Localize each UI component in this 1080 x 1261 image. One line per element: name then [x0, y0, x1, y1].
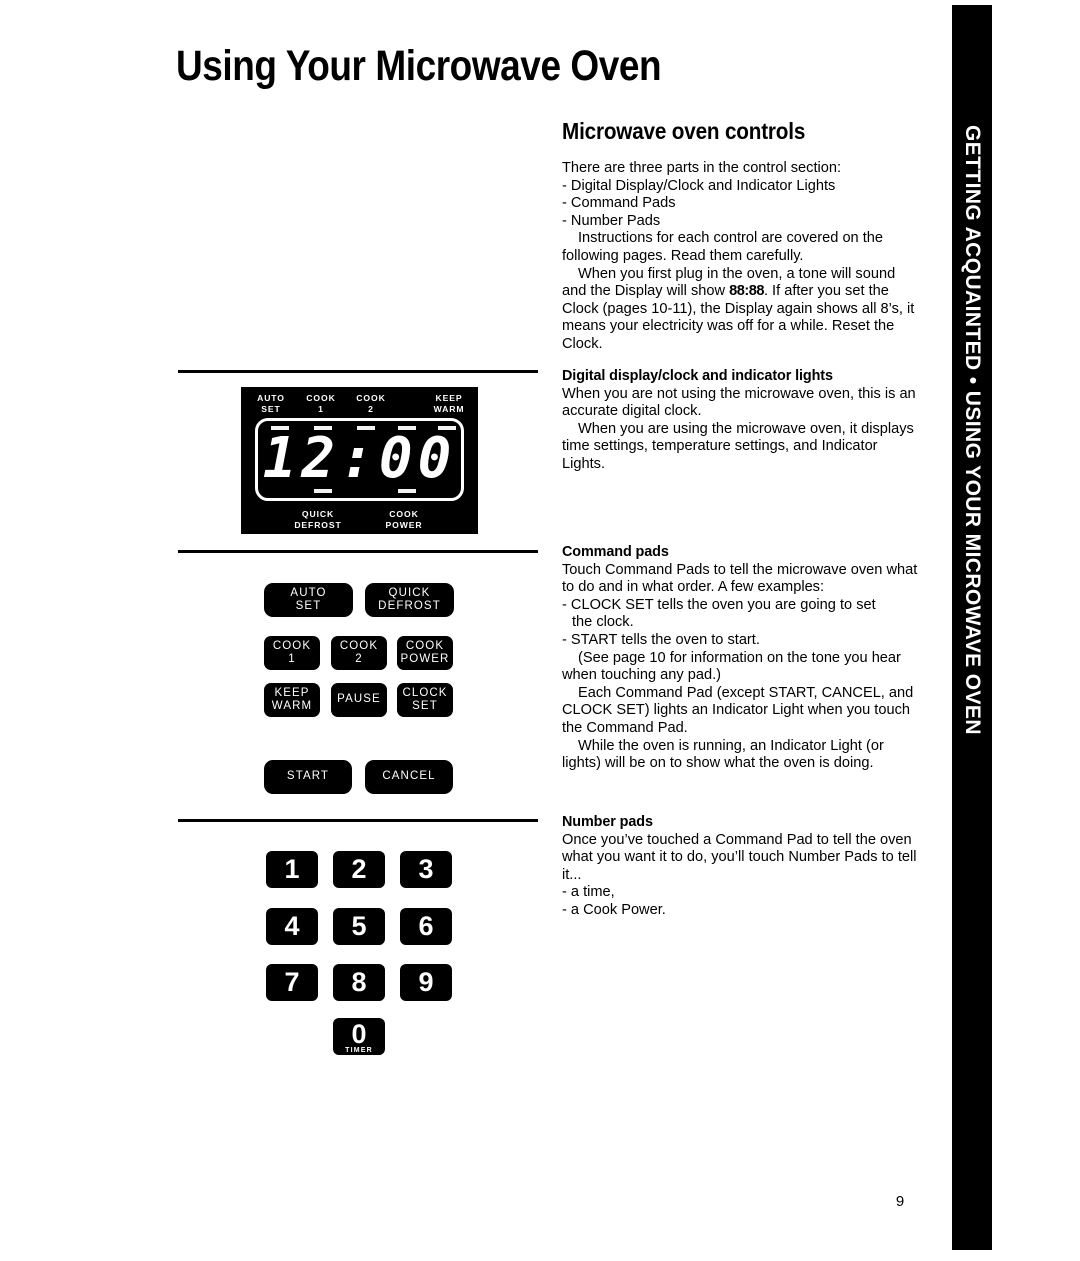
number-pads-paragraph-1: Once you’ve touched a Command Pad to tel… — [562, 831, 917, 883]
command-pads-paragraph-3: Each Command Pad (except START, CANCEL, … — [562, 684, 914, 736]
command-pads-text-block: Command pads Touch Command Pads to tell … — [562, 544, 918, 773]
intro-paragraph-1: Instructions for each control are covere… — [562, 230, 884, 264]
pad-clock-set[interactable]: CLOCK SET — [397, 683, 453, 717]
pad-quick-defrost[interactable]: QUICK DEFROST — [365, 583, 454, 617]
pad-cancel[interactable]: CANCEL — [365, 760, 453, 794]
intro-bullet-2: - Command Pads — [562, 195, 676, 212]
number-pads-heading: Number pads — [562, 814, 653, 830]
section-thumb-tab: GETTING ACQUAINTED • USING YOUR MICROWAV… — [952, 5, 992, 1250]
command-pads-paragraph-2: (See page 10 for information on the tone… — [562, 649, 901, 684]
divider-rule-display — [178, 370, 538, 373]
page-title: Using Your Microwave Oven — [176, 42, 662, 90]
digital-display-paragraph-1: When you are not using the microwave ove… — [562, 385, 916, 420]
document-page: Using Your Microwave Oven Microwave oven… — [0, 0, 1080, 1261]
number-pads-bullet-1: - a time, — [562, 884, 615, 901]
indicator-label-cook-power: COOK POWER — [385, 509, 423, 530]
numpad-3[interactable]: 3 — [400, 851, 452, 888]
lcd-clock-value: 12:00 — [262, 426, 457, 491]
intro-bullet-1: - Digital Display/Clock and Indicator Li… — [562, 177, 836, 194]
number-pads-text-block: Number pads Once you’ve touched a Comman… — [562, 814, 918, 920]
command-pads-bullet-1-cont: the clock. — [572, 614, 634, 631]
number-pads-bullet-2: - a Cook Power. — [562, 901, 666, 918]
digital-display-paragraph-2: When you are using the microwave oven, i… — [562, 420, 914, 472]
numpad-5[interactable]: 5 — [333, 908, 385, 945]
indicator-label-quick-defrost: QUICK DEFROST — [294, 509, 342, 530]
numpad-1-label: 1 — [284, 854, 300, 884]
numpad-8[interactable]: 8 — [333, 964, 385, 1001]
numpad-8-label: 8 — [351, 967, 367, 997]
divider-rule-number-pads — [178, 819, 538, 822]
divider-rule-command-pads — [178, 550, 538, 553]
section-title: Microwave oven controls — [562, 118, 806, 144]
page-number: 9 — [895, 1193, 905, 1210]
digital-display-text-block: Digital display/clock and indicator ligh… — [562, 368, 918, 474]
command-pads-bullet-2: - START tells the oven to start. — [562, 631, 760, 648]
numpad-6-label: 6 — [418, 911, 434, 941]
numpad-4-label: 4 — [284, 911, 300, 941]
numpad-9-label: 9 — [418, 967, 434, 997]
numpad-0-label: 0 — [351, 1018, 367, 1049]
section-thumb-tab-label: GETTING ACQUAINTED • USING YOUR MICROWAV… — [961, 125, 984, 735]
numpad-3-label: 3 — [418, 854, 434, 884]
pad-cook-2[interactable]: COOK 2 — [331, 636, 387, 670]
pad-start[interactable]: START — [264, 760, 352, 794]
intro-bullet-3: - Number Pads — [562, 212, 661, 229]
numpad-timer-sublabel: TIMER — [345, 1046, 373, 1054]
numpad-1[interactable]: 1 — [266, 851, 318, 888]
numpad-7[interactable]: 7 — [266, 964, 318, 1001]
numpad-6[interactable]: 6 — [400, 908, 452, 945]
pad-keep-warm[interactable]: KEEP WARM — [264, 683, 320, 717]
indicator-label-keep-warm: KEEP WARM — [433, 393, 465, 414]
digital-display-illustration: AUTO SET COOK 1 COOK 2 KEEP WARM 12:00 Q… — [241, 387, 478, 534]
numpad-7-label: 7 — [284, 967, 300, 997]
command-pads-paragraph-4: While the oven is running, an Indicator … — [562, 737, 884, 772]
lcd-window: 12:00 — [255, 418, 464, 501]
numpad-9[interactable]: 9 — [400, 964, 452, 1001]
numpad-2[interactable]: 2 — [333, 851, 385, 888]
command-pads-bullet-1: - CLOCK SET tells the oven you are going… — [562, 596, 876, 613]
command-pads-paragraph-1: Touch Command Pads to tell the microwave… — [562, 561, 918, 596]
numpad-2-label: 2 — [351, 854, 367, 884]
numpad-5-label: 5 — [351, 911, 367, 941]
intro-text-block: There are three parts in the control sec… — [562, 160, 918, 354]
digital-display-heading: Digital display/clock and indicator ligh… — [562, 368, 833, 384]
display-8888-value: 88:88 — [729, 283, 764, 300]
pad-pause[interactable]: PAUSE — [331, 683, 387, 717]
indicator-label-cook-1: COOK 1 — [306, 393, 336, 414]
numpad-0-timer[interactable]: 0 TIMER — [333, 1018, 385, 1055]
intro-paragraph-2: When you first plug in the oven, a tone … — [562, 266, 918, 354]
indicator-label-auto-set: AUTO SET — [257, 393, 285, 414]
numpad-4[interactable]: 4 — [266, 908, 318, 945]
command-pads-heading: Command pads — [562, 544, 669, 560]
intro-line-1: There are three parts in the control sec… — [562, 160, 842, 176]
pad-cook-power[interactable]: COOK POWER — [397, 636, 453, 670]
indicator-label-cook-2: COOK 2 — [356, 393, 386, 414]
pad-auto-set[interactable]: AUTO SET — [264, 583, 353, 617]
pad-cook-1[interactable]: COOK 1 — [264, 636, 320, 670]
